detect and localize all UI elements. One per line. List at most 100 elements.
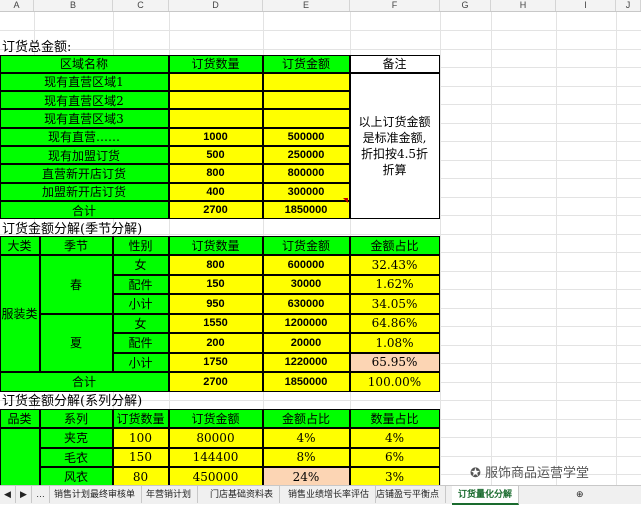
spreadsheet-grid[interactable]: 订货总金额: 区域名称 订货数量 订货金额 备注 现有直营区域1 现有直营区域2 现有直营区… [0,12,641,485]
series-header-3[interactable]: 订货金额 [168,408,263,428]
order-amount-cell[interactable] [262,72,350,92]
season-amount-cell[interactable]: 600000 [262,255,350,275]
column-header-i[interactable]: I [556,0,616,11]
gender-cell[interactable]: 小计 [112,294,169,314]
season-header-5[interactable]: 金额占比 [349,235,440,255]
sheet-tab-0[interactable]: 销售计划最终审核单 [48,486,143,503]
season-qty-cell[interactable]: 200 [168,333,263,353]
order-amount-cell[interactable]: 300000 [262,182,350,201]
season-spring-cell[interactable]: 春 [39,255,113,314]
season-qty-cell[interactable]: 1750 [168,352,263,372]
series-amount-cell[interactable]: 80000 [168,428,263,448]
region-name-cell[interactable]: 现有直营区域2 [0,91,169,110]
season-amount-cell[interactable]: 1220000 [262,352,350,372]
series-amount-ratio-cell[interactable]: 24% [262,467,350,485]
order-qty-cell[interactable] [168,72,263,92]
series-name-cell[interactable]: 风衣 [39,467,113,485]
series-amount-ratio-cell[interactable]: 4% [262,428,350,448]
column-header-f[interactable]: F [350,0,440,11]
series-header-5[interactable]: 数量占比 [349,408,440,428]
sheet-tab-3[interactable]: 销售业绩增长率评估 [282,486,377,503]
order-qty-cell[interactable]: 400 [168,182,263,201]
note-cell[interactable]: 以上订货金额是标准金额,折扣按4.5折折算 [349,72,440,220]
order-amount-cell[interactable]: 250000 [262,146,350,165]
category-cell[interactable]: 服装类 [0,255,40,372]
season-amount-cell[interactable]: 1200000 [262,313,350,333]
series-name-cell[interactable]: 毛衣 [39,447,113,467]
series-amount-cell[interactable]: 450000 [168,467,263,485]
season-ratio-cell[interactable]: 34.05% [349,294,440,314]
header-note[interactable]: 备注 [349,54,440,73]
season-total-label[interactable]: 合计 [0,372,169,392]
series-qty-cell[interactable]: 150 [112,447,169,467]
header-order-qty[interactable]: 订货数量 [168,54,263,73]
order-amount-cell[interactable]: 1850000 [262,200,350,220]
order-qty-cell[interactable]: 500 [168,146,263,165]
series-header-4[interactable]: 金额占比 [262,408,350,428]
season-header-3[interactable]: 订货数量 [168,235,263,255]
order-qty-cell[interactable]: 800 [168,164,263,183]
series-header-0[interactable]: 品类 [0,408,40,428]
column-header-d[interactable]: D [169,0,263,11]
sheet-tab-4[interactable]: 店铺盈亏平衡点 [370,486,447,503]
series-qty-cell[interactable]: 80 [112,467,169,485]
season-header-1[interactable]: 季节 [39,235,113,255]
column-header-j[interactable]: J [616,0,641,11]
season-total-qty[interactable]: 2700 [168,372,263,392]
series-qty-ratio-cell[interactable]: 6% [349,447,440,467]
season-summer-cell[interactable]: 夏 [39,313,113,372]
order-qty-cell[interactable] [168,91,263,110]
series-amount-cell[interactable]: 144400 [168,447,263,467]
order-amount-cell[interactable] [262,91,350,110]
season-ratio-cell[interactable]: 1.08% [349,333,440,353]
series-qty-ratio-cell[interactable]: 4% [349,428,440,448]
series-name-cell[interactable]: 夹克 [39,428,113,448]
season-ratio-cell[interactable]: 32.43% [349,255,440,275]
series-qty-ratio-cell[interactable]: 3% [349,467,440,485]
season-qty-cell[interactable]: 950 [168,294,263,314]
region-name-cell[interactable]: 现有直营区域3 [0,109,169,128]
season-header-2[interactable]: 性别 [112,235,169,255]
series-header-2[interactable]: 订货数量 [112,408,169,428]
category-cell[interactable] [0,428,40,485]
series-qty-cell[interactable]: 100 [112,428,169,448]
season-qty-cell[interactable]: 1550 [168,313,263,333]
column-header-b[interactable]: B [34,0,113,11]
add-sheet-icon[interactable]: ⊕ [570,486,590,503]
order-qty-cell[interactable]: 1000 [168,127,263,146]
series-amount-ratio-cell[interactable]: 8% [262,447,350,467]
region-name-cell[interactable]: 现有加盟订货 [0,146,169,165]
column-header-a[interactable]: A [0,0,34,11]
column-header-c[interactable]: C [113,0,169,11]
season-amount-cell[interactable]: 630000 [262,294,350,314]
region-name-cell[interactable]: 合计 [0,200,169,220]
season-total-amount[interactable]: 1850000 [262,372,350,392]
season-ratio-cell[interactable]: 65.95% [349,352,440,372]
comment-indicator[interactable] [343,198,348,203]
season-total-ratio[interactable]: 100.00% [349,372,440,392]
column-header-e[interactable]: E [263,0,350,11]
gender-cell[interactable]: 女 [112,255,169,275]
gender-cell[interactable]: 女 [112,313,169,333]
column-header-g[interactable]: G [440,0,491,11]
scroll-left-icon[interactable]: ◀ [0,486,16,503]
order-qty-cell[interactable] [168,109,263,128]
region-name-cell[interactable]: 加盟新开店订货 [0,182,169,201]
gender-cell[interactable]: 小计 [112,352,169,372]
season-header-4[interactable]: 订货金额 [262,235,350,255]
season-amount-cell[interactable]: 20000 [262,333,350,353]
order-amount-cell[interactable]: 500000 [262,127,350,146]
season-ratio-cell[interactable]: 64.86% [349,313,440,333]
season-ratio-cell[interactable]: 1.62% [349,274,440,294]
sheet-tab-1[interactable]: 年营销计划 [140,486,199,503]
season-amount-cell[interactable]: 30000 [262,274,350,294]
order-qty-cell[interactable]: 2700 [168,200,263,220]
sheet-tab-2[interactable]: 门店基础资料表 [204,486,281,503]
header-region-name[interactable]: 区域名称 [0,54,169,73]
order-amount-cell[interactable] [262,109,350,128]
season-qty-cell[interactable]: 150 [168,274,263,294]
column-header-h[interactable]: H [491,0,556,11]
season-header-0[interactable]: 大类 [0,235,40,255]
region-name-cell[interactable]: 现有直营区域1 [0,72,169,92]
season-qty-cell[interactable]: 800 [168,255,263,275]
